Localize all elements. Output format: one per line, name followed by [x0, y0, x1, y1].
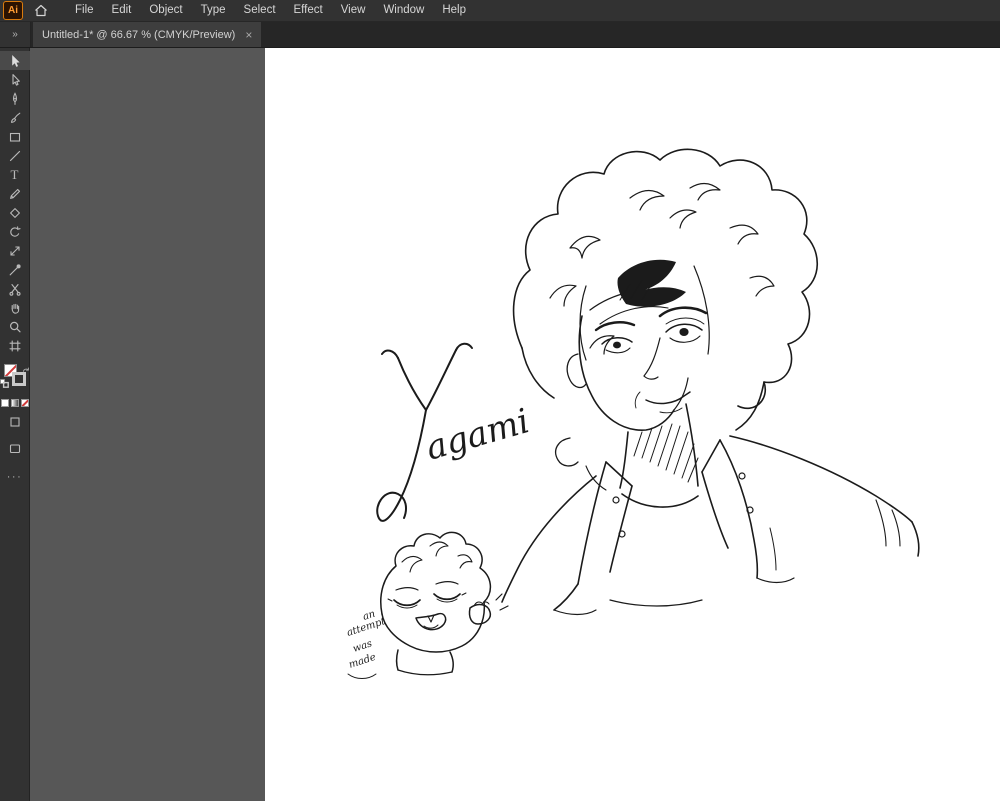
eyedropper-tool-button[interactable] [0, 260, 30, 279]
selection-tool-button[interactable] [0, 51, 30, 70]
none-mode-button[interactable] [20, 399, 29, 407]
menu-file[interactable]: File [66, 0, 103, 21]
hand-tool-button[interactable] [0, 298, 30, 317]
shaper-tool-button[interactable] [0, 203, 30, 222]
direct-selection-tool-button[interactable] [0, 70, 30, 89]
menu-view[interactable]: View [332, 0, 375, 21]
fill-stroke-swatch-group [0, 361, 30, 393]
pencil-tool-button[interactable] [0, 184, 30, 203]
menu-type[interactable]: Type [192, 0, 235, 21]
menu-effect[interactable]: Effect [285, 0, 332, 21]
menu-window[interactable]: Window [374, 0, 433, 21]
default-fill-stroke-icon[interactable] [0, 375, 9, 393]
document-tab[interactable]: Untitled-1* @ 66.67 % (CMYK/Preview) × [33, 22, 262, 47]
scale-tool-button[interactable] [0, 241, 30, 260]
rectangle-tool-button[interactable] [0, 127, 30, 146]
paintbrush-tool-button[interactable] [0, 108, 30, 127]
document-tab-title: Untitled-1* @ 66.67 % (CMYK/Preview) [42, 28, 236, 41]
canvas-area[interactable]: agami an attempt was made [30, 48, 1000, 801]
artwork-sketch: agami an attempt was made [265, 48, 1000, 801]
gradient-mode-button[interactable] [10, 399, 19, 407]
color-mode-button[interactable] [0, 399, 9, 407]
swatch-mode-row [0, 399, 29, 407]
edit-toolbar-ellipsis-icon[interactable]: ··· [7, 471, 23, 483]
menu-edit[interactable]: Edit [103, 0, 141, 21]
document-tab-bar: » Untitled-1* @ 66.67 % (CMYK/Preview) × [0, 22, 1000, 48]
illustrator-logo-icon[interactable]: Ai [3, 1, 23, 20]
menu-items: File Edit Object Type Select Effect View… [66, 0, 475, 21]
menu-select[interactable]: Select [235, 0, 285, 21]
scissors-tool-button[interactable] [0, 279, 30, 298]
menu-help[interactable]: Help [433, 0, 475, 21]
zoom-tool-button[interactable] [0, 317, 30, 336]
menu-object[interactable]: Object [140, 0, 191, 21]
home-icon[interactable] [28, 0, 54, 22]
line-segment-tool-button[interactable] [0, 146, 30, 165]
artboard-tool-button[interactable] [0, 336, 30, 355]
pen-tool-button[interactable] [0, 89, 30, 108]
close-tab-icon[interactable]: × [245, 29, 252, 41]
screen-mode-icon[interactable] [7, 442, 23, 461]
tools-panel: T ··· [0, 48, 30, 801]
artboard[interactable] [265, 48, 1000, 801]
menu-bar: Ai File Edit Object Type Select Effect V… [0, 0, 1000, 22]
collapse-tools-chevron-icon[interactable]: » [0, 22, 31, 47]
swap-fill-stroke-icon[interactable] [22, 361, 30, 379]
rotate-tool-button[interactable] [0, 222, 30, 241]
type-tool-glyph: T [10, 167, 19, 182]
draw-mode-icon[interactable] [7, 415, 23, 434]
type-tool-button[interactable]: T [0, 165, 30, 184]
illustrator-window: Ai File Edit Object Type Select Effect V… [0, 0, 1000, 801]
